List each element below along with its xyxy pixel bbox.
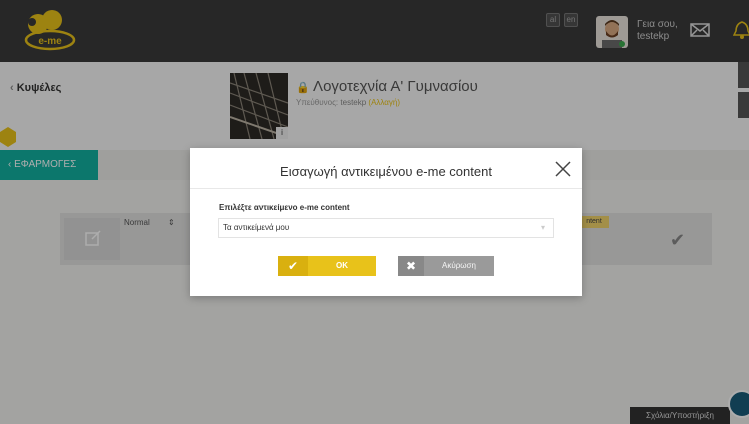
ok-label: OK: [336, 261, 348, 270]
chevron-down-icon: ▾: [540, 223, 545, 232]
check-icon: ✔: [278, 256, 308, 276]
close-icon: ✖: [398, 256, 424, 276]
cancel-button[interactable]: ✖ Ακύρωση: [398, 256, 494, 276]
insert-content-dialog: Εισαγωγή αντικειμένου e-me content Επιλέ…: [190, 148, 582, 296]
ok-button[interactable]: ✔ OK: [278, 256, 376, 276]
content-select-value: Τα αντικείμενά μου: [223, 223, 290, 232]
content-select[interactable]: Τα αντικείμενά μου ▾: [218, 218, 554, 238]
dialog-title: Εισαγωγή αντικειμένου e-me content: [280, 164, 492, 179]
dialog-divider: [190, 188, 582, 189]
content-field-label: Επιλέξτε αντικείμενο e-me content: [219, 203, 350, 212]
cancel-label: Ακύρωση: [442, 261, 476, 270]
close-icon[interactable]: [554, 160, 572, 178]
